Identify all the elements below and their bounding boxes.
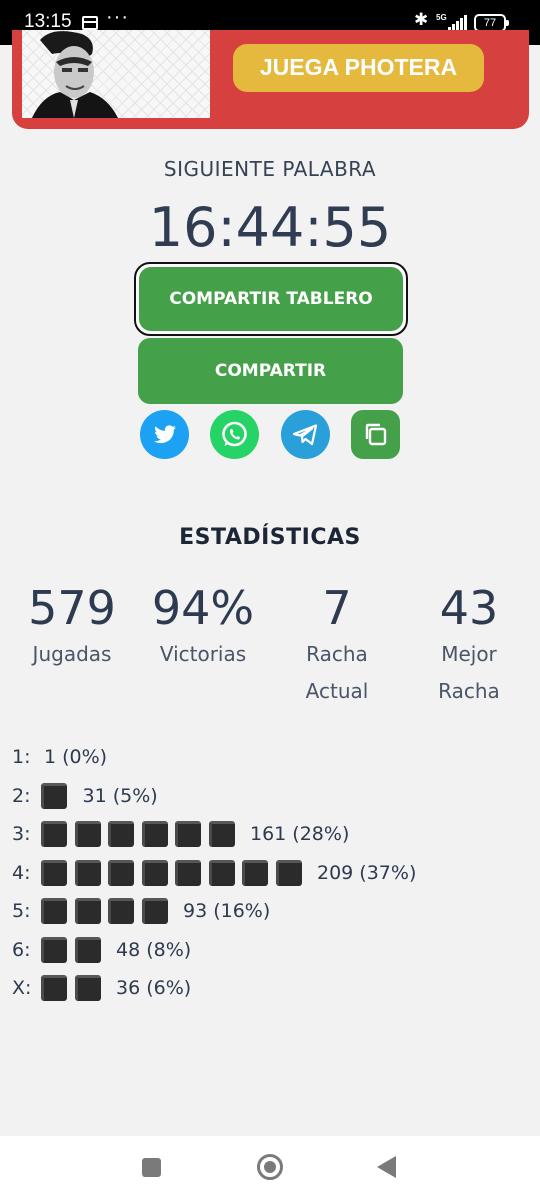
guess-distribution: 1: 1 (0%) 2: 31 (5%) 3: 161 (28%) 4: 209 (37%) 5… <box>12 738 532 1008</box>
distribution-value: 161 (28%) <box>250 823 350 846</box>
black-square-icon <box>74 975 101 1002</box>
distribution-row: 6: 48 (8%) <box>12 931 532 970</box>
black-square-icon <box>108 898 134 925</box>
telegram-icon[interactable] <box>281 410 330 459</box>
recent-apps-icon[interactable] <box>142 1158 161 1177</box>
black-square-icon <box>74 936 101 963</box>
black-square-icon <box>108 859 134 886</box>
black-square-icon <box>41 898 67 925</box>
distribution-key: X: <box>12 977 32 1000</box>
share-board-button[interactable]: COMPARTIR TABLERO <box>134 262 408 336</box>
stat-label: Racha <box>306 642 368 666</box>
black-square-icon <box>208 859 235 886</box>
photera-banner[interactable]: JUEGA PHOTERA <box>12 30 529 129</box>
share-board-label: COMPARTIR TABLERO <box>139 267 403 331</box>
distribution-row: X: 36 (6%) <box>12 969 532 1008</box>
stat-wins: 94% Victorias <box>138 580 268 673</box>
next-word-label: SIGUIENTE PALABRA <box>163 157 377 181</box>
bluetooth-icon: ✱ <box>414 10 429 30</box>
distribution-value: 1 (0%) <box>44 746 108 769</box>
copy-icon[interactable] <box>351 410 400 459</box>
distribution-value: 48 (8%) <box>116 938 192 961</box>
black-square-icon <box>175 859 201 886</box>
distribution-bar <box>41 975 108 1002</box>
twitter-icon[interactable] <box>140 410 189 459</box>
distribution-key: 3: <box>12 823 31 846</box>
black-square-icon <box>74 859 101 886</box>
black-square-icon <box>74 821 101 848</box>
stat-label: Victorias <box>159 642 247 666</box>
black-square-icon <box>41 782 67 809</box>
black-square-icon <box>108 821 134 848</box>
distribution-row: 1: 1 (0%) <box>12 738 532 777</box>
banner-photo <box>22 30 210 118</box>
distribution-key: 5: <box>12 900 31 923</box>
back-icon[interactable] <box>377 1156 396 1178</box>
distribution-key: 4: <box>12 861 31 884</box>
whatsapp-icon[interactable] <box>210 410 259 459</box>
distribution-value: 36 (6%) <box>116 977 192 1000</box>
stat-value: 579 <box>28 581 116 635</box>
more-notifications-icon: ··· <box>106 6 129 28</box>
distribution-key: 1: <box>12 746 31 769</box>
stat-current-streak: 7 Racha Actual <box>272 580 402 710</box>
distribution-bar <box>41 859 309 886</box>
distribution-row: 4: 209 (37%) <box>12 854 532 893</box>
stat-label: Racha <box>438 679 500 703</box>
black-square-icon <box>41 936 67 963</box>
distribution-key: 2: <box>12 784 31 807</box>
distribution-row: 5: 93 (16%) <box>12 892 532 931</box>
stat-value: 7 <box>322 581 352 635</box>
distribution-bar <box>41 936 108 963</box>
black-square-icon <box>41 821 67 848</box>
share-button[interactable]: COMPARTIR <box>138 338 403 404</box>
home-icon[interactable] <box>257 1154 283 1180</box>
navigation-bar <box>0 1136 540 1200</box>
distribution-key: 6: <box>12 938 31 961</box>
distribution-bar <box>41 782 75 809</box>
network-type: 5G <box>436 13 447 22</box>
calendar-icon <box>82 16 98 30</box>
distribution-row: 3: 161 (28%) <box>12 815 532 854</box>
black-square-icon <box>208 821 235 848</box>
black-square-icon <box>275 859 302 886</box>
stat-label: Mejor <box>441 642 497 666</box>
black-square-icon <box>41 859 67 886</box>
stat-played: 579 Jugadas <box>7 580 137 673</box>
distribution-bar <box>41 898 175 925</box>
stat-value: 43 <box>439 581 499 635</box>
black-square-icon <box>74 898 101 925</box>
stat-label: Jugadas <box>32 642 112 666</box>
stat-value: 94% <box>151 581 255 635</box>
black-square-icon <box>175 821 201 848</box>
distribution-value: 93 (16%) <box>183 900 271 923</box>
countdown-timer: 16:44:55 <box>148 196 392 259</box>
distribution-row: 2: 31 (5%) <box>12 777 532 816</box>
distribution-value: 209 (37%) <box>317 861 417 884</box>
play-photera-button[interactable]: JUEGA PHOTERA <box>233 44 484 92</box>
black-square-icon <box>242 859 268 886</box>
black-square-icon <box>141 898 168 925</box>
stat-label: Actual <box>305 679 369 703</box>
distribution-bar <box>41 821 242 848</box>
statistics-title: ESTADÍSTICAS <box>179 525 361 550</box>
black-square-icon <box>141 859 168 886</box>
stat-best-streak: 43 Mejor Racha <box>404 580 534 710</box>
distribution-value: 31 (5%) <box>82 784 158 807</box>
black-square-icon <box>141 821 168 848</box>
black-square-icon <box>41 975 67 1002</box>
